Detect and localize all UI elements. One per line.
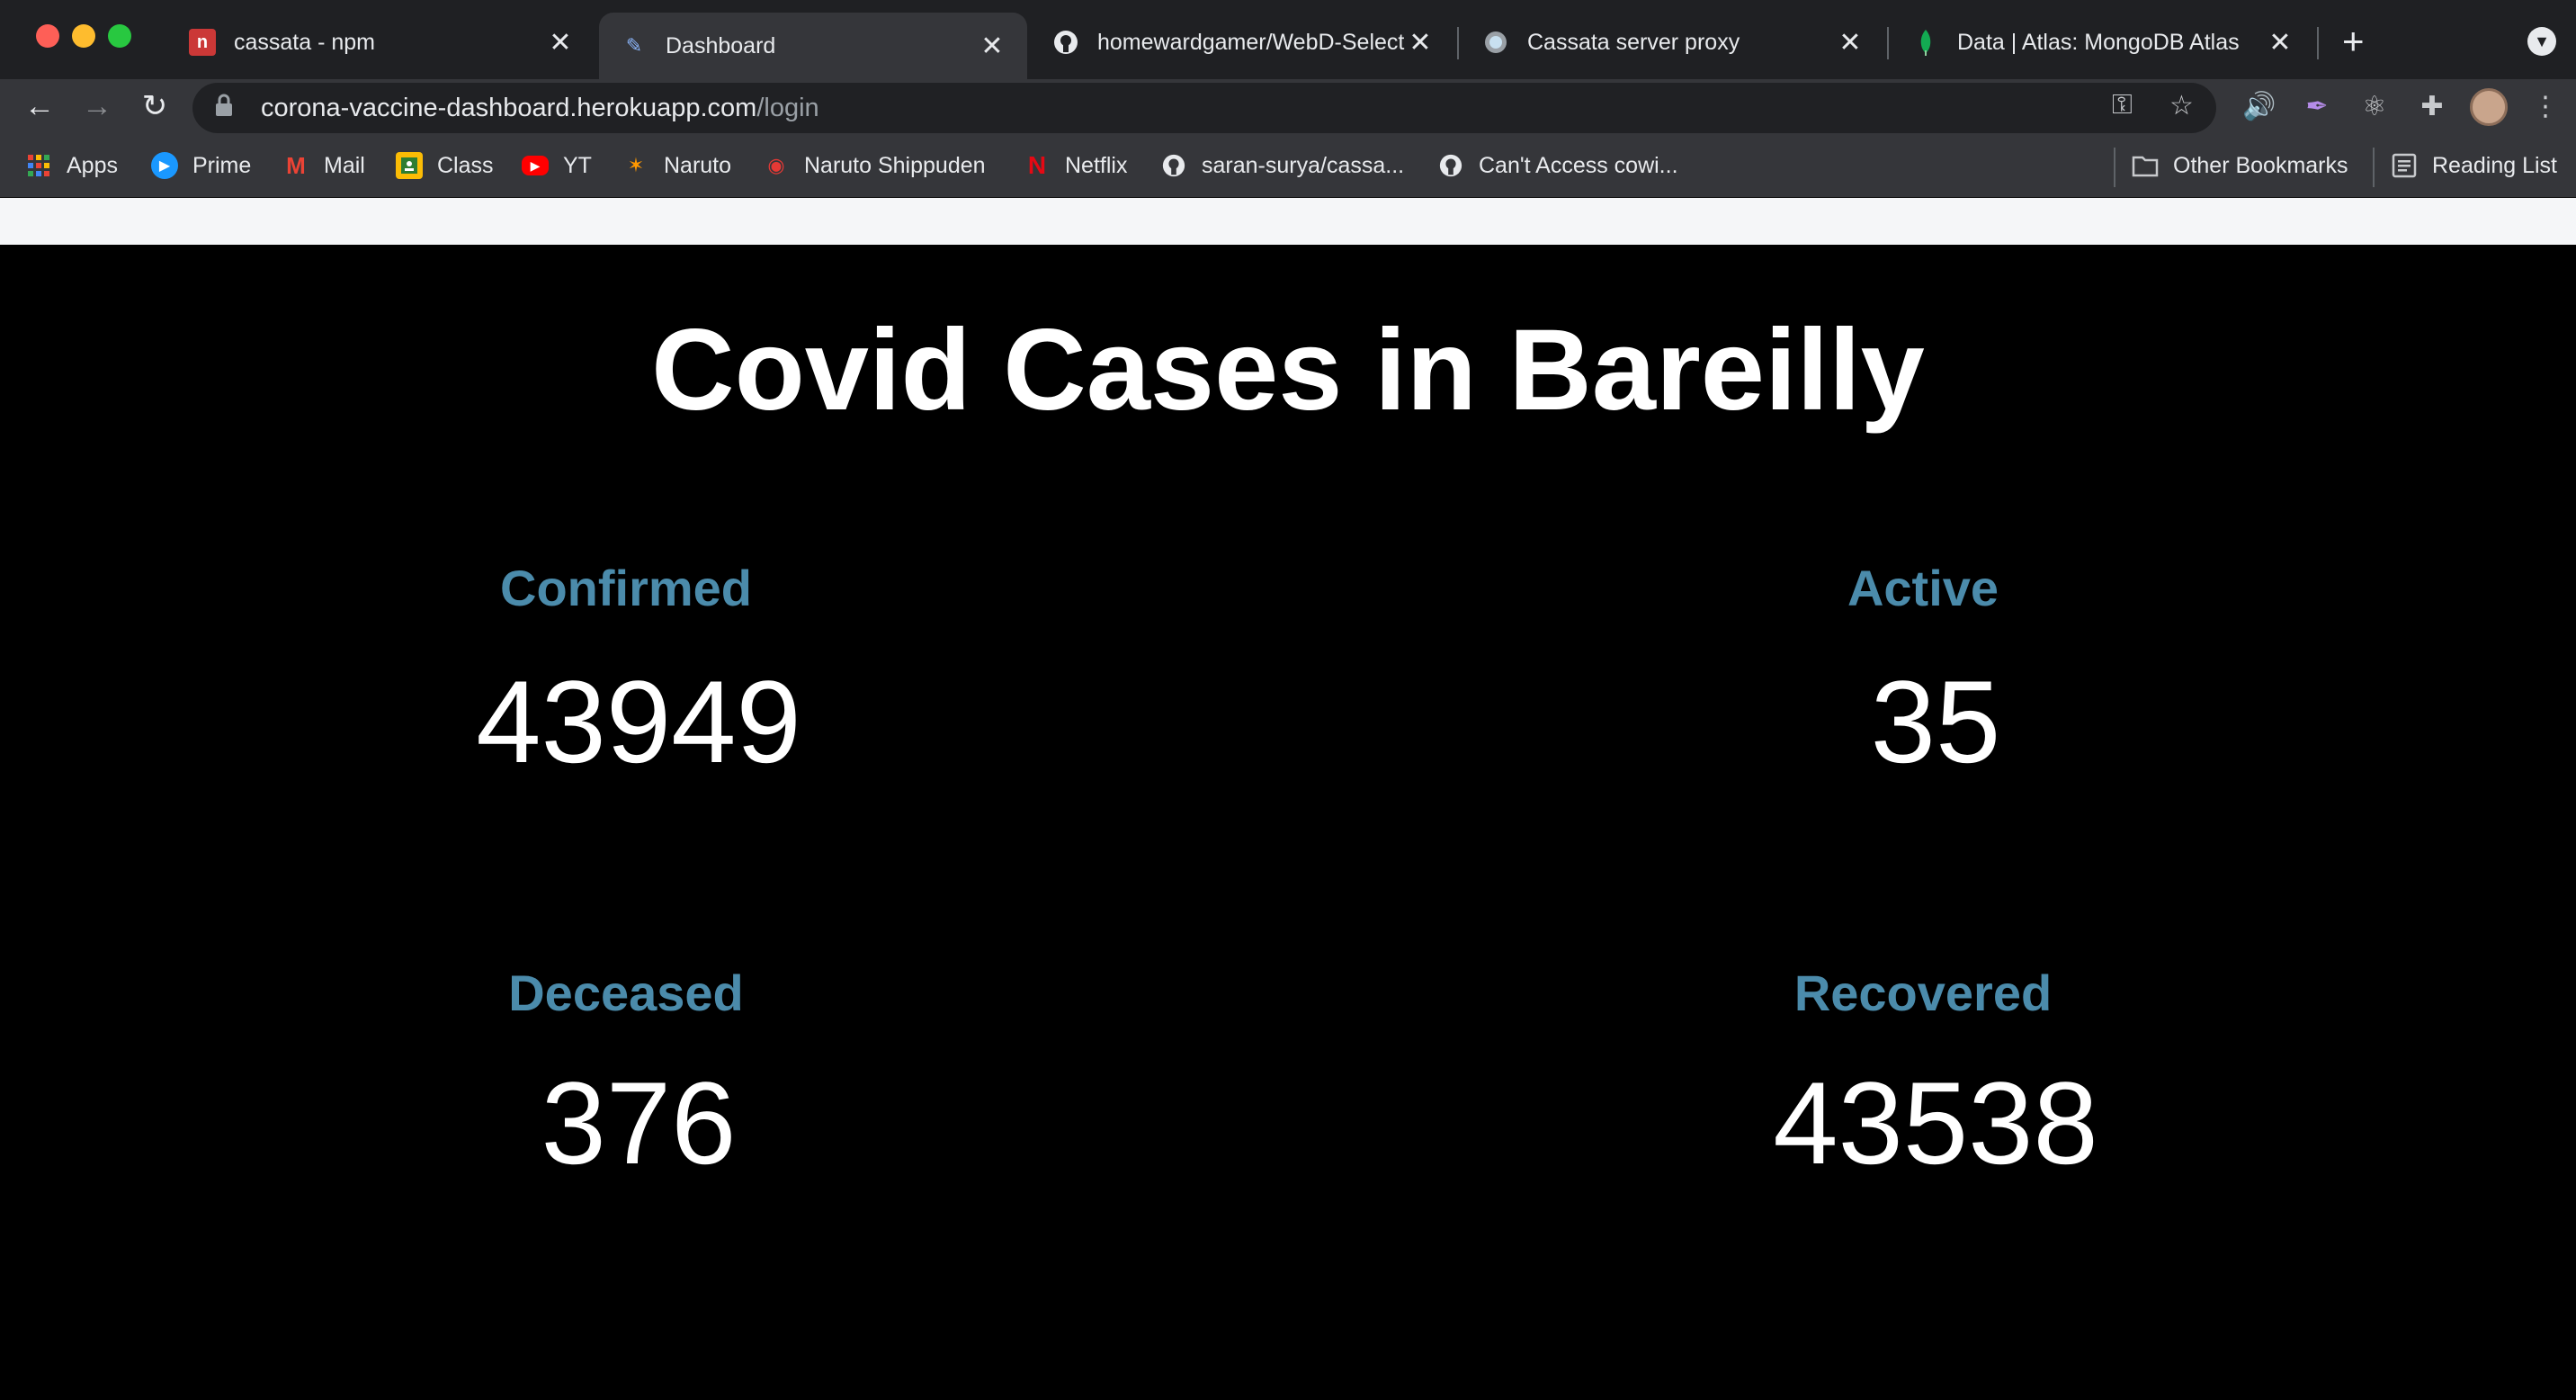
recovered-value: 43538 — [1773, 1057, 2098, 1189]
new-tab-button[interactable]: + — [2342, 22, 2365, 60]
prime-video-icon: ▶ — [151, 152, 178, 179]
close-icon[interactable]: ✕ — [547, 27, 574, 58]
bookmark-label: Can't Access cowi... — [1479, 152, 1678, 178]
reading-list-icon — [2391, 152, 2418, 179]
reload-icon[interactable]: ↻ — [135, 86, 174, 126]
apps-grid-icon — [25, 152, 52, 179]
bookmark-mail[interactable]: M Mail — [282, 146, 365, 185]
close-icon[interactable]: ✕ — [1407, 27, 1434, 58]
netflix-icon: N — [1027, 151, 1047, 179]
bookmark-label: YT — [563, 152, 592, 178]
active-label: Active — [1847, 560, 1999, 616]
bookmarks-separator — [2373, 148, 2375, 187]
deceased-value: 376 — [541, 1057, 737, 1189]
naruto-icon: ✶ — [627, 154, 645, 176]
other-bookmarks-folder[interactable]: Other Bookmarks — [2132, 146, 2348, 185]
deceased-label: Deceased — [508, 965, 744, 1021]
lock-icon — [214, 94, 243, 123]
github-icon — [1052, 29, 1079, 56]
bookmark-label: Prime — [192, 152, 252, 178]
tab-separator — [1457, 27, 1459, 59]
key-icon[interactable]: ⚿ — [2112, 90, 2133, 121]
bookmark-label: Apps — [67, 152, 118, 178]
bookmarks-bar: Apps ▶ Prime M Mail Class ▶ YT ✶ Naruto … — [0, 133, 2576, 198]
page-title: Covid Cases in Bareilly — [651, 306, 1925, 435]
classroom-icon — [396, 152, 423, 179]
pen-icon: ✎ — [625, 34, 643, 57]
profile-avatar[interactable] — [2470, 88, 2508, 126]
bookmarks-separator — [2114, 148, 2115, 187]
tab-search-chevron-icon[interactable]: ▼ — [2527, 27, 2556, 56]
bookmark-class[interactable]: Class — [396, 146, 494, 185]
confirmed-label: Confirmed — [500, 560, 752, 616]
bookmark-cant-access-cowin[interactable]: Can't Access cowi... — [1437, 146, 1678, 185]
bookmark-prime[interactable]: ▶ Prime — [151, 146, 251, 185]
reading-list[interactable]: Reading List — [2391, 146, 2557, 185]
browser-window: n cassata - npm ✕ ✎ Dashboard ✕ homeward… — [0, 0, 2576, 1400]
bookmark-label: Mail — [324, 152, 365, 178]
close-icon[interactable]: ✕ — [2267, 27, 2294, 58]
bookmark-label: Netflix — [1065, 152, 1128, 178]
youtube-icon: ▶ — [522, 156, 549, 175]
tab-separator — [1887, 27, 1889, 59]
tab-title: cassata - npm — [234, 29, 376, 55]
tab-title: Data | Atlas: MongoDB Atlas — [1957, 29, 2240, 55]
extensions-puzzle-icon[interactable]: ✚ — [2412, 86, 2452, 126]
tab-cassata-npm[interactable]: n cassata - npm ✕ — [167, 13, 595, 72]
url-path: /login — [756, 93, 819, 122]
recovered-label: Recovered — [1793, 965, 2053, 1021]
tab-cassata-server-proxy[interactable]: Cassata server proxy ✕ — [1461, 13, 1885, 72]
bookmark-label: Naruto — [664, 152, 732, 178]
address-bar[interactable]: corona-vaccine-dashboard.herokuapp.com/l… — [192, 83, 2216, 133]
github-icon — [1160, 152, 1187, 179]
tab-separator — [2317, 27, 2319, 59]
bookmark-star-icon[interactable]: ☆ — [2169, 90, 2194, 121]
bookmark-saran-surya-cassata[interactable]: saran-surya/cassa... — [1160, 146, 1404, 185]
other-bookmarks-label: Other Bookmarks — [2173, 152, 2348, 178]
speaker-icon[interactable]: 🔊 — [2240, 86, 2279, 126]
bookmark-netflix[interactable]: N Netflix — [1024, 146, 1128, 185]
react-devtools-icon[interactable]: ⚛ — [2355, 86, 2394, 126]
bookmark-naruto-shippuden[interactable]: ◉ Naruto Shippuden — [763, 146, 986, 185]
dashboard-page: Covid Cases in Bareilly Confirmed 43949 … — [0, 245, 2576, 1400]
github-icon — [1437, 152, 1464, 179]
url-text: corona-vaccine-dashboard.herokuapp.com/l… — [261, 94, 819, 123]
globe-icon — [1482, 29, 1509, 56]
feather-extension-icon[interactable]: ✒ — [2297, 86, 2337, 126]
mongodb-leaf-icon — [1912, 29, 1939, 56]
bookmark-label: saran-surya/cassa... — [1202, 152, 1405, 178]
bookmark-apps[interactable]: Apps — [25, 146, 118, 185]
back-arrow-icon[interactable]: ← — [20, 86, 59, 126]
confirmed-value: 43949 — [476, 656, 801, 787]
page-top-strip — [0, 198, 2576, 245]
browser-toolbar: ← → ↻ corona-vaccine-dashboard.herokuapp… — [0, 79, 2576, 133]
naruto-shippuden-icon: ◉ — [767, 154, 785, 176]
bookmark-label: Naruto Shippuden — [804, 152, 986, 178]
window-close-button[interactable] — [36, 24, 59, 48]
bookmark-label: Class — [437, 152, 494, 178]
close-icon[interactable]: ✕ — [1837, 27, 1864, 58]
folder-icon — [2132, 152, 2159, 179]
bookmark-naruto[interactable]: ✶ Naruto — [622, 146, 731, 185]
tab-github-webd-select[interactable]: homewardgamer/WebD-Select ✕ — [1031, 13, 1455, 72]
url-host: corona-vaccine-dashboard.herokuapp.com — [261, 93, 757, 122]
close-icon[interactable]: ✕ — [979, 31, 1006, 62]
menu-kebab-icon[interactable]: ⋮ — [2526, 86, 2565, 126]
active-value: 35 — [1870, 656, 2001, 787]
tab-title: homewardgamer/WebD-Select — [1097, 29, 1405, 55]
window-maximize-button[interactable] — [108, 24, 131, 48]
reading-list-label: Reading List — [2432, 152, 2557, 178]
gmail-icon: M — [286, 151, 306, 179]
tab-dashboard[interactable]: ✎ Dashboard ✕ — [599, 13, 1027, 79]
forward-arrow-icon[interactable]: → — [77, 86, 117, 126]
window-minimize-button[interactable] — [72, 24, 95, 48]
bookmark-yt[interactable]: ▶ YT — [522, 146, 592, 185]
tab-mongodb-atlas[interactable]: Data | Atlas: MongoDB Atlas ✕ — [1891, 13, 2315, 72]
npm-icon: n — [189, 29, 216, 56]
tab-title: Dashboard — [666, 32, 776, 58]
tab-title: Cassata server proxy — [1527, 29, 1740, 55]
tab-strip: n cassata - npm ✕ ✎ Dashboard ✕ homeward… — [0, 0, 2576, 79]
